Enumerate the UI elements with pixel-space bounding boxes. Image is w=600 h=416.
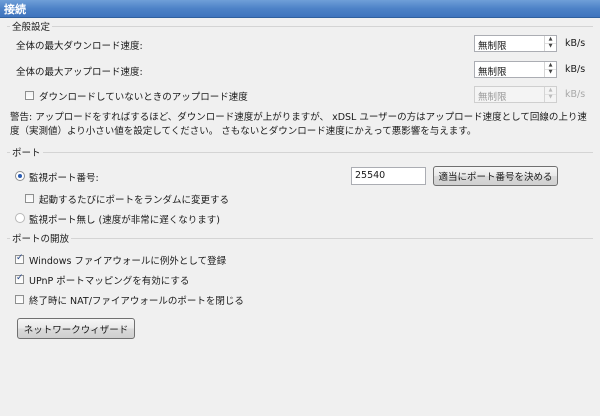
upload-warning-text: 警告: アップロードをすればするほど、ダウンロード速度が上がりますが、 xDSL… — [10, 112, 587, 137]
no-listen-label: 監視ポート無し (速度が非常に遅くなります) — [29, 215, 220, 226]
general-settings-group: 全般設定 — [7, 19, 593, 33]
randomize-port-checkbox[interactable] — [25, 194, 34, 203]
upnp-label: UPnP ポートマッピングを有効にする — [29, 276, 190, 287]
close-ports-label: 終了時に NAT/ファイアウォールのポートを閉じる — [29, 296, 244, 307]
upnp-checkbox[interactable]: ✓ — [15, 273, 24, 284]
panel-header: 接続 — [0, 0, 600, 18]
max-download-unit: kB/s — [565, 38, 586, 49]
port-group-title: ポート — [10, 145, 43, 159]
max-upload-value: 無制限 — [478, 67, 507, 78]
max-upload-unit: kB/s — [565, 64, 586, 75]
randomize-port-label: 起動するたびにポートをランダムに変更する — [39, 195, 230, 206]
random-port-button[interactable]: 適当にポート番号を決める — [433, 166, 558, 186]
check-icon: ✓ — [16, 253, 24, 263]
firewall-exception-label: Windows ファイアウォールに例外として登録 — [29, 256, 227, 267]
max-download-arrows: ▲ ▼ — [544, 36, 556, 51]
panel-title: 接続 — [4, 3, 26, 16]
spin-down-icon[interactable]: ▼ — [545, 43, 556, 50]
idle-upload-checkbox[interactable] — [25, 91, 34, 100]
spin-down-icon: ▼ — [548, 94, 553, 100]
listen-port-radio[interactable] — [15, 171, 25, 181]
close-ports-checkbox[interactable] — [15, 295, 24, 304]
max-upload-arrows: ▲ ▼ — [544, 62, 556, 77]
max-upload-spinner[interactable]: 無制限 ▲ ▼ — [474, 61, 557, 78]
port-opening-group: ポートの開放 — [7, 231, 593, 245]
network-wizard-button[interactable]: ネットワークウィザード — [17, 318, 135, 339]
idle-upload-arrows: ▲ ▼ — [544, 87, 556, 102]
max-download-value: 無制限 — [478, 41, 507, 52]
port-opening-title: ポートの開放 — [10, 231, 72, 245]
listen-port-label: 監視ポート番号: — [29, 173, 99, 184]
spin-down-icon[interactable]: ▼ — [545, 69, 556, 76]
idle-upload-value: 無制限 — [478, 92, 507, 103]
max-download-label: 全体の最大ダウンロード速度: — [16, 41, 143, 52]
port-group: ポート — [7, 145, 593, 159]
check-icon: ✓ — [16, 273, 24, 283]
general-settings-title: 全般設定 — [10, 19, 53, 33]
idle-upload-spinner: 無制限 ▲ ▼ — [474, 86, 557, 103]
firewall-exception-checkbox[interactable]: ✓ — [15, 253, 24, 264]
no-listen-radio[interactable] — [15, 213, 25, 223]
idle-upload-label: ダウンロードしていないときのアップロード速度 — [39, 92, 248, 103]
max-upload-label: 全体の最大アップロード速度: — [16, 67, 143, 78]
radio-selected-dot — [18, 174, 22, 178]
idle-upload-unit: kB/s — [565, 89, 586, 100]
listen-port-input[interactable]: 25540 — [351, 167, 426, 185]
max-download-spinner[interactable]: 無制限 ▲ ▼ — [474, 35, 557, 52]
